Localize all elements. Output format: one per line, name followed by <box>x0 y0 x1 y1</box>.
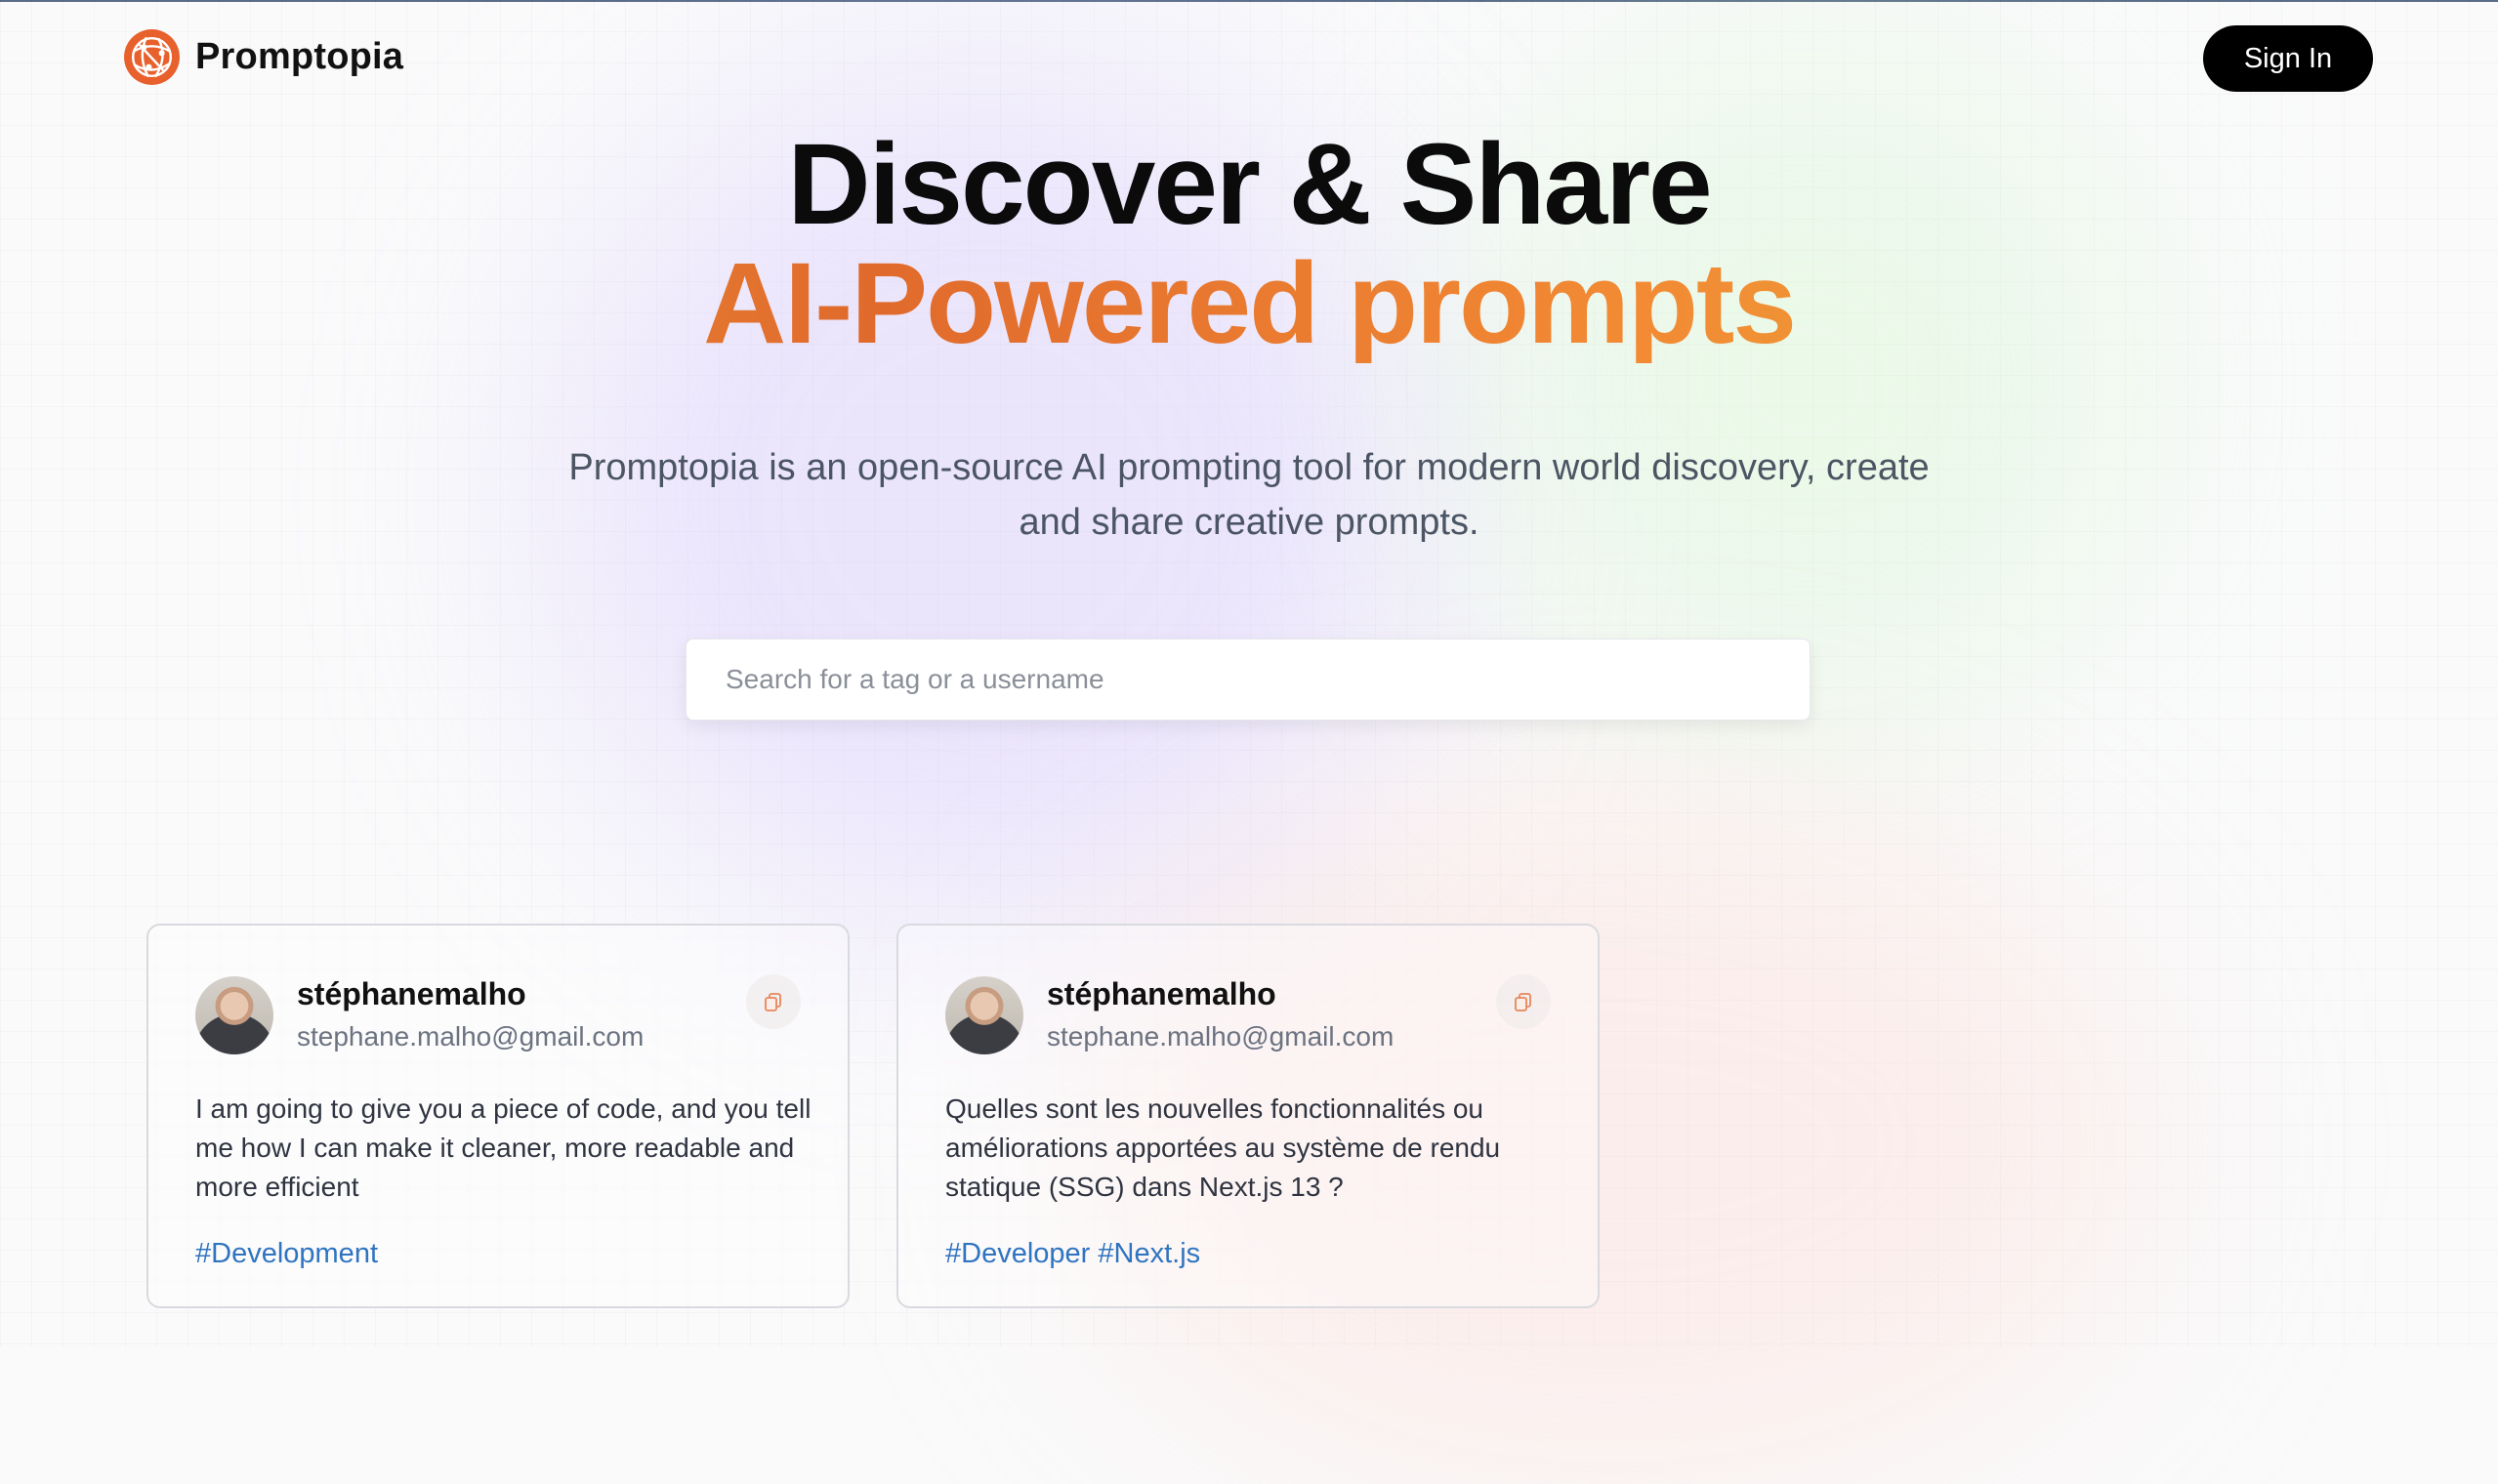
brand-name: Promptopia <box>195 36 404 77</box>
brand-logo-link[interactable]: Promptopia <box>122 27 403 87</box>
hero-title-line-1: Discover & Share <box>787 120 1712 249</box>
avatar[interactable] <box>195 976 273 1054</box>
hero-description: Promptopia is an open-source AI promptin… <box>568 447 1930 543</box>
search-input[interactable] <box>687 639 1810 720</box>
prompt-email: stephane.malho@gmail.com <box>297 1021 645 1051</box>
prompt-tags: #Developer #Next.js <box>945 1238 1200 1270</box>
prompt-card: stéphanemalho stephane.malho@gmail.com I… <box>146 924 850 1308</box>
copy-icon <box>1515 993 1531 1011</box>
prompt-email: stephane.malho@gmail.com <box>1047 1021 1395 1051</box>
copy-button[interactable] <box>746 974 801 1029</box>
prompt-username[interactable]: stéphanemalho <box>1047 976 1276 1012</box>
top-navbar: Promptopia Sign In <box>0 0 2498 117</box>
avatar[interactable] <box>945 976 1023 1054</box>
prompt-text: Quelles sont les nouvelles fonctionnalit… <box>945 1093 1501 1202</box>
copy-button[interactable] <box>1496 974 1551 1029</box>
search-form <box>686 639 1811 721</box>
sign-in-button[interactable]: Sign In <box>2203 25 2373 92</box>
prompt-tags: #Development <box>195 1238 378 1270</box>
prompt-username[interactable]: stéphanemalho <box>297 976 526 1012</box>
prompt-card: stéphanemalho stephane.malho@gmail.com Q… <box>896 924 1600 1308</box>
tag-development[interactable]: #Development <box>195 1238 378 1269</box>
tag-developer[interactable]: #Developer <box>945 1238 1090 1269</box>
copy-icon <box>765 993 781 1011</box>
tag-nextjs[interactable]: #Next.js <box>1098 1238 1200 1269</box>
hero-title: Discover & Share AI-Powered prompts <box>0 125 2498 363</box>
prompt-text: I am going to give you a piece of code, … <box>195 1093 812 1202</box>
hero-title-line-2-gradient: AI-Powered prompts <box>0 244 2498 363</box>
logo-globe-icon <box>124 29 180 85</box>
